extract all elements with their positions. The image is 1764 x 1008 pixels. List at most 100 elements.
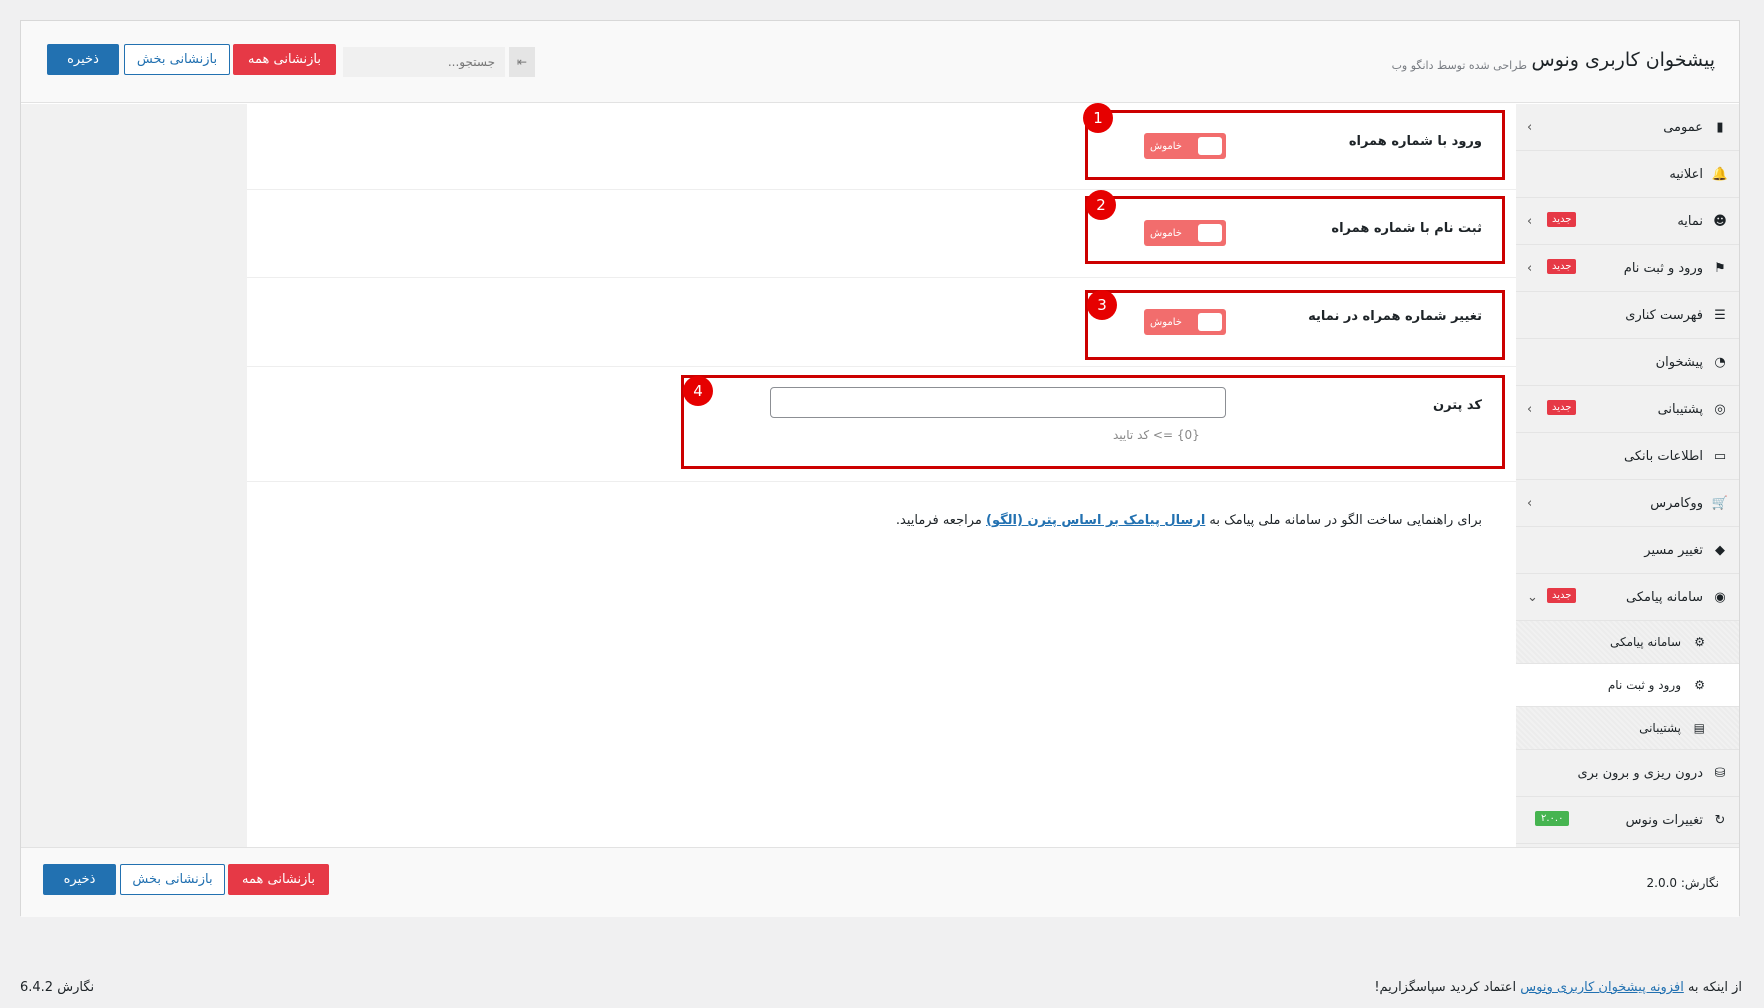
user-circle-icon: ☻ [1713,213,1727,229]
users-gear-icon: ⚙ [1694,678,1705,692]
field-label: تغییر شماره همراه در نمایه [1308,309,1482,324]
page-subtitle: طراحی شده توسط دانگو وب [1391,59,1527,72]
new-badge: جدید [1547,212,1577,227]
toggle-knob [1198,313,1222,331]
sidebar-item-label: اطلاعات بانکی [1623,448,1703,464]
sidebar-item-login-register[interactable]: ⚑ ورود و ثبت نام جدید › [1515,245,1739,292]
panel-footer: نگارش: 2.0.0 بازنشانی همه بازنشانی بخش ذ… [21,847,1739,917]
credit-card-icon: ▭ [1713,448,1727,464]
list-icon: ☰ [1714,307,1726,323]
sidebar-item-label: تغییر مسیر [1644,542,1703,558]
sidebar-item-label: ووکامرس [1650,495,1703,511]
sidebar-item-label: تغییرات ونوس [1625,812,1703,828]
sidebar-item-label: ورود و ثبت نام [1623,260,1703,276]
chevron-left-icon: › [1527,401,1533,417]
toggle-state: خاموش [1150,140,1182,152]
settings-content: ورود با شماره همراه خاموش 1 ثبت نام با ش… [247,103,1516,847]
change-mobile-toggle[interactable]: خاموش [1144,309,1226,335]
chevron-left-icon: › [1527,260,1533,276]
pattern-guide-link[interactable]: ارسال پیامک بر اساس پترن (الگو) [986,513,1205,528]
signpost-icon: ⚑ [1714,260,1726,276]
sidebar-subitem-sms-support[interactable]: ▤ پشتیبانی [1515,707,1739,750]
save-button[interactable]: ذخیره [47,44,119,75]
sidebar-subitem-label: سامانه پیامکی [1609,635,1681,649]
version-value: 2.0.0 [1646,876,1678,890]
field-label: کد پترن [1433,398,1482,413]
reset-all-button[interactable]: بازنشانی همه [233,44,336,75]
search-expand-icon[interactable]: ⇤ [509,47,535,77]
bookmark-icon: ▮ [1716,119,1724,135]
sidebar-subitem-label: پشتیبانی [1639,721,1681,735]
route-icon: ◆ [1715,542,1725,558]
sidebar-item-profile[interactable]: ☻ نمایه جدید › [1515,198,1739,245]
marker-badge: 1 [1083,103,1113,133]
panel-header: پیشخوان کاربری ونوس طراحی شده توسط دانگو… [21,21,1739,103]
chevron-left-icon: › [1527,213,1533,229]
refresh-icon: ↻ [1714,812,1726,828]
footer-reset-all-button[interactable]: بازنشانی همه [228,864,329,895]
sidebar-item-label: پشتیبانی [1657,401,1703,417]
sidebar-item-redirect[interactable]: ◆ تغییر مسیر [1515,527,1739,574]
pattern-guide-text: برای راهنمایی ساخت الگو در سامانه ملی پی… [896,513,1482,528]
dashboard-icon: ◔ [1714,354,1726,370]
sidebar-item-notifications[interactable]: 🔔 اعلانیه [1515,151,1739,198]
thanks-after: اعتماد کردید سپاسگزاریم! [1374,980,1521,995]
footer-save-button[interactable]: ذخیره [43,864,116,895]
toggle-state: خاموش [1150,227,1182,239]
toggle-state: خاموش [1150,316,1182,328]
version-label: نگارش: [1680,876,1719,890]
page-title: پیشخوان کاربری ونوس [1531,49,1716,71]
sidebar-item-bank-info[interactable]: ▭ اطلاعات بانکی [1515,433,1739,480]
mobile-register-toggle[interactable]: خاموش [1144,220,1226,246]
guide-text-after: مراجعه فرمایید. [895,513,986,528]
sidebar-item-side-menu[interactable]: ☰ فهرست کناری [1515,292,1739,339]
thanks-before: از اینکه به [1683,980,1742,995]
sidebar-subitem-label: ورود و ثبت نام [1607,678,1681,692]
field-row-change-mobile: تغییر شماره همراه در نمایه خاموش 3 [247,279,1516,367]
sidebar-item-woocommerce[interactable]: 🛒 ووکامرس › [1515,480,1739,527]
mobile-login-toggle[interactable]: خاموش [1144,133,1226,159]
plugin-version: نگارش: 2.0.0 [1647,876,1719,890]
sidebar-item-import-export[interactable]: ⛁ درون ریزی و برون بری [1515,750,1739,797]
reset-section-button[interactable]: بازنشانی بخش [124,44,230,75]
sidebar-item-label: فهرست کناری [1625,307,1703,323]
sidebar-item-label: درون ریزی و برون بری [1577,765,1703,781]
field-label: ورود با شماره همراه [1348,134,1482,149]
wp-footer-thanks: از اینکه به افزونه پیشخوان کاربری ونوس ا… [1374,980,1742,995]
search-input[interactable] [343,47,505,77]
new-badge: جدید [1547,588,1577,603]
toggle-knob [1198,224,1222,242]
lifebuoy-icon: ◎ [1714,401,1726,417]
field-row-mobile-register: ثبت نام با شماره همراه خاموش 2 [247,190,1516,278]
new-badge: جدید [1547,259,1577,274]
sidebar-subitem-sms-settings[interactable]: ⚙ سامانه پیامکی [1515,621,1739,664]
sidebar-item-changelog[interactable]: ↻ تغییرات ونوس ۲.۰.۰ [1515,797,1739,844]
pattern-code-input[interactable] [770,387,1226,418]
settings-panel: پیشخوان کاربری ونوس طراحی شده توسط دانگو… [20,20,1740,917]
sidebar-item-dashboard[interactable]: ◔ پیشخوان [1515,339,1739,386]
marker-badge: 4 [683,376,713,406]
sidebar-item-label: عمومی [1663,119,1703,135]
bell-icon: 🔔 [1711,166,1729,182]
wp-version: نگارش 6.4.2 [20,980,95,995]
sidebar-subitem-sms-login[interactable]: ⚙ ورود و ثبت نام [1515,664,1739,707]
version-badge: ۲.۰.۰ [1535,811,1570,826]
sidebar-item-label: سامانه پیامکی [1626,589,1703,605]
sidebar-item-label: اعلانیه [1669,166,1703,182]
marker-badge: 3 [1087,290,1117,320]
sidebar-item-sms[interactable]: ◉ سامانه پیامکی جدید ⌄ [1515,574,1739,621]
field-row-mobile-login: ورود با شماره همراه خاموش 1 [247,103,1516,190]
sidebar-item-label: پیشخوان [1655,354,1703,370]
chat-icon: ◉ [1714,589,1726,605]
sidebar-item-general[interactable]: ▮ عمومی › [1515,104,1739,151]
sidebar-item-support[interactable]: ◎ پشتیبانی جدید › [1515,386,1739,433]
sidebar-item-label: نمایه [1677,213,1703,229]
footer-reset-section-button[interactable]: بازنشانی بخش [120,864,225,895]
settings-sidebar: ▮ عمومی › 🔔 اعلانیه ☻ نمایه جدید › ⚑ ورو… [1514,104,1739,847]
database-icon: ⛁ [1714,765,1726,781]
field-label: ثبت نام با شماره همراه [1331,221,1482,236]
toggle-knob [1198,137,1222,155]
marker-badge: 2 [1086,190,1116,220]
gears-icon: ⚙ [1694,635,1705,649]
plugin-link[interactable]: افزونه پیشخوان کاربری ونوس [1520,980,1684,995]
